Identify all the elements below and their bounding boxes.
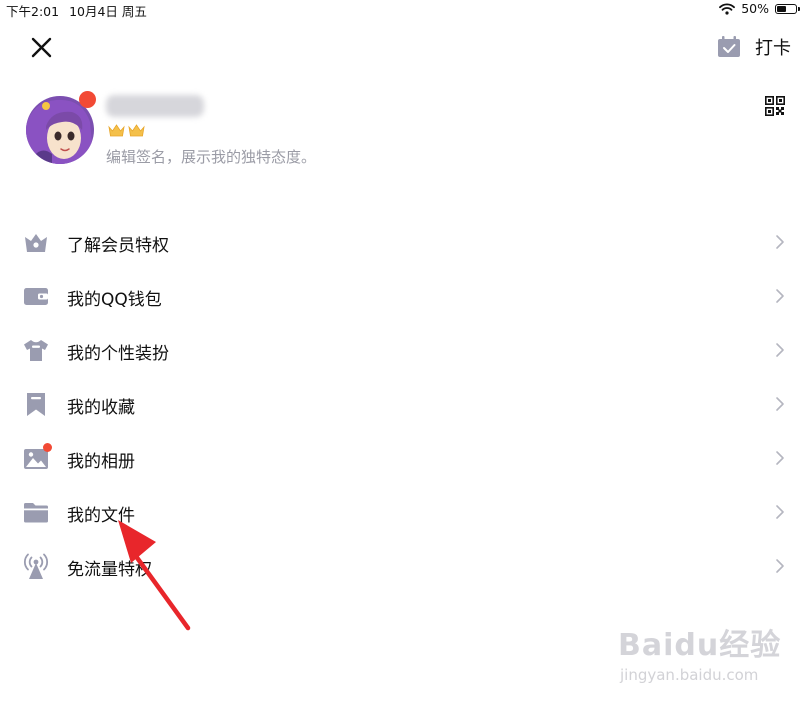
watermark-url: jingyan.baidu.com (620, 666, 759, 684)
battery-percent: 50% (741, 1, 769, 16)
menu-item-favorites[interactable]: 我的收藏 (0, 377, 807, 431)
folder-icon (24, 503, 48, 523)
checkin-button[interactable]: 打卡 (717, 34, 791, 60)
signature-text[interactable]: 编辑签名，展示我的独特态度。 (106, 146, 316, 167)
menu-item-vip-privileges[interactable]: 了解会员特权 (0, 215, 807, 269)
chevron-right-icon (776, 451, 784, 465)
notification-dot (43, 443, 52, 452)
menu-item-qq-wallet[interactable]: 我的QQ钱包 (0, 269, 807, 323)
status-date: 10月4日 周五 (69, 4, 147, 19)
menu-item-label: 我的文件 (67, 506, 135, 526)
chevron-right-icon (776, 235, 784, 249)
crown-icon (108, 124, 125, 137)
menu-item-my-files[interactable]: 我的文件 (0, 485, 807, 539)
menu-item-label: 免流量特权 (67, 560, 152, 580)
notification-dot (79, 91, 96, 108)
tshirt-icon (24, 340, 48, 361)
menu-item-label: 我的个性装扮 (67, 344, 169, 364)
chevron-right-icon (776, 505, 784, 519)
signal-tower-icon (24, 553, 48, 579)
nickname-blurred (106, 95, 204, 117)
menu-item-label: 我的相册 (67, 452, 135, 472)
close-button[interactable] (28, 34, 56, 62)
battery-icon (775, 3, 800, 14)
chevron-right-icon (776, 289, 784, 303)
qr-code-button[interactable] (765, 96, 786, 117)
close-icon (31, 37, 52, 58)
status-time: 下午2:01 (6, 4, 60, 19)
watermark-brand: Baidu经验 (618, 628, 782, 663)
wifi-icon (719, 2, 736, 15)
menu-list: 了解会员特权 我的QQ钱包 我的个性装扮 我的收藏 我的相册 我的文件 免流量特… (0, 215, 807, 593)
menu-item-label: 我的QQ钱包 (67, 290, 162, 310)
chevron-right-icon (776, 397, 784, 411)
vip-crown-icon (25, 234, 47, 252)
chevron-right-icon (776, 559, 784, 573)
calendar-check-icon (718, 36, 740, 57)
menu-item-personal-decor[interactable]: 我的个性装扮 (0, 323, 807, 377)
menu-item-label: 我的收藏 (67, 398, 135, 418)
baidu-watermark: Baidu经验 jingyan.baidu.com (618, 620, 780, 690)
vip-level-badges (108, 124, 145, 137)
menu-item-photo-album[interactable]: 我的相册 (0, 431, 807, 485)
menu-item-free-data[interactable]: 免流量特权 (0, 539, 807, 593)
chevron-right-icon (776, 343, 784, 357)
menu-item-label: 了解会员特权 (67, 236, 169, 256)
status-bar: 下午2:01 10月4日 周五 50% (0, 0, 807, 19)
crown-icon (128, 124, 145, 137)
wallet-icon (24, 288, 48, 305)
checkin-label: 打卡 (755, 38, 791, 59)
bookmark-icon (27, 393, 45, 416)
qr-code-icon (765, 96, 786, 117)
